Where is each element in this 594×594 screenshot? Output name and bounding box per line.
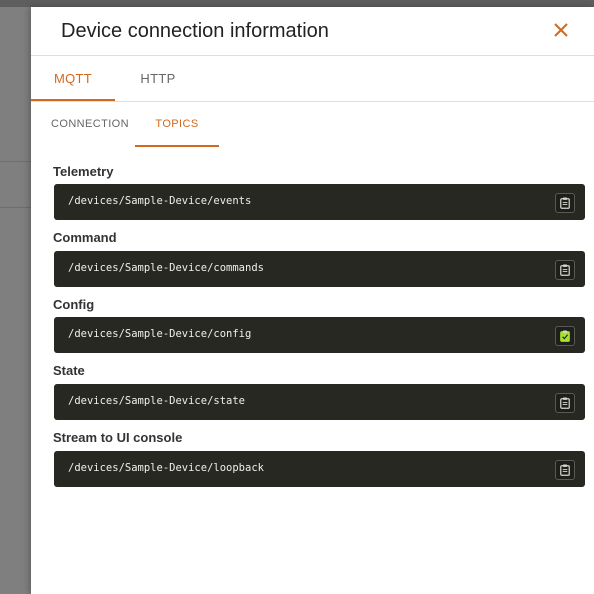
topic-label-command: Command (53, 230, 117, 245)
topic-value-telemetry: /devices/Sample-Device/events (68, 195, 252, 207)
topic-value-command: /devices/Sample-Device/commands (68, 262, 264, 274)
background-app-bar (0, 0, 594, 7)
clipboard-icon (560, 264, 570, 276)
clipboard-icon (560, 197, 570, 209)
clipboard-icon (560, 464, 570, 476)
close-icon (554, 23, 568, 37)
clipboard-check-icon (560, 330, 570, 342)
background-divider (0, 207, 31, 208)
topic-field-telemetry: /devices/Sample-Device/events (54, 184, 585, 220)
dialog-title: Device connection information (61, 20, 329, 42)
topic-field-command: /devices/Sample-Device/commands (54, 251, 585, 287)
tab-mqtt[interactable]: MQTT (31, 56, 115, 101)
copy-button-loopback[interactable] (555, 460, 575, 480)
copy-button-state[interactable] (555, 393, 575, 413)
topic-label-telemetry: Telemetry (53, 164, 114, 179)
info-subtabs: CONNECTION TOPICS (31, 102, 594, 147)
dialog-header: Device connection information (31, 7, 594, 56)
copy-button-telemetry[interactable] (555, 193, 575, 213)
topic-field-config: /devices/Sample-Device/config (54, 317, 585, 353)
close-button[interactable] (550, 19, 572, 41)
topic-value-state: /devices/Sample-Device/state (68, 395, 246, 407)
copy-button-config[interactable] (555, 326, 575, 346)
background-divider (0, 161, 31, 162)
topic-field-loopback: /devices/Sample-Device/loopback (54, 451, 585, 487)
tab-http[interactable]: HTTP (123, 56, 193, 101)
clipboard-icon (560, 397, 570, 409)
topic-field-state: /devices/Sample-Device/state (54, 384, 585, 420)
topic-label-state: State (53, 363, 85, 378)
topic-value-loopback: /devices/Sample-Device/loopback (68, 462, 264, 474)
subtab-topics[interactable]: TOPICS (135, 102, 219, 147)
topic-value-config: /devices/Sample-Device/config (68, 328, 252, 340)
subtab-connection[interactable]: CONNECTION (45, 102, 135, 147)
protocol-tabs: MQTT HTTP (31, 56, 594, 102)
topic-label-loopback: Stream to UI console (53, 430, 183, 445)
topic-label-config: Config (53, 297, 95, 312)
device-connection-dialog: Device connection information MQTT HTTP … (31, 7, 594, 594)
copy-button-command[interactable] (555, 260, 575, 280)
